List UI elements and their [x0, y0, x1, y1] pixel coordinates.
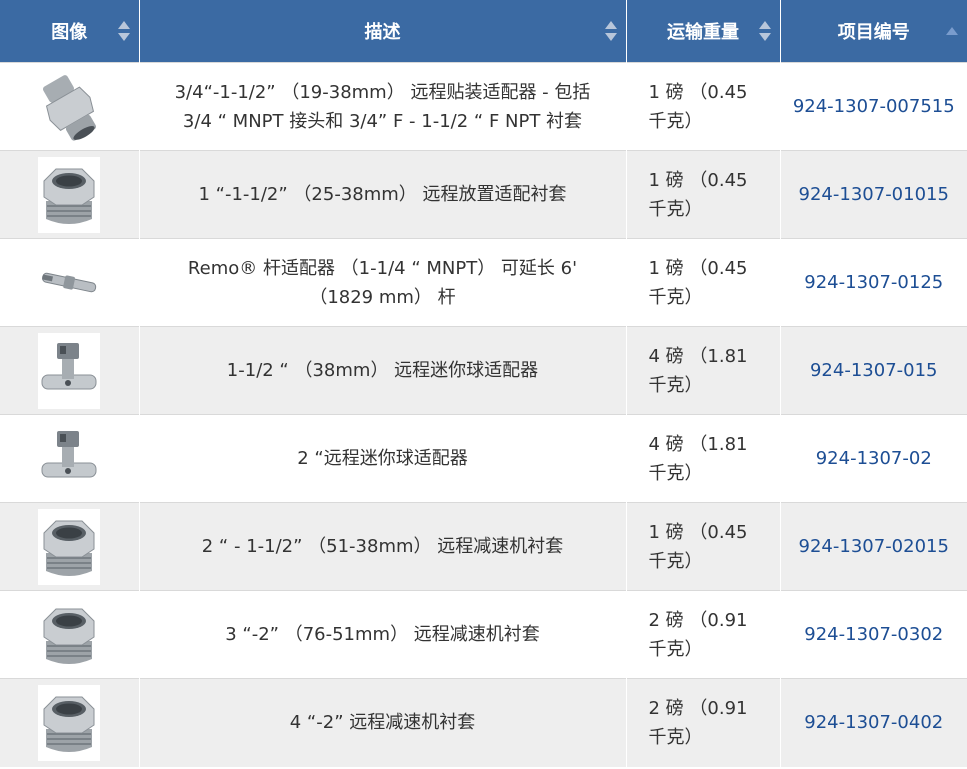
table-row: 4 “-2” 远程减速机衬套 2 磅 （0.91 千克） 924-1307-04…: [0, 678, 967, 767]
mini-ball-adapter-icon: [41, 430, 97, 477]
item-number-link[interactable]: 924-1307-01015: [799, 184, 949, 205]
shipping-weight: 1 磅 （0.45 千克）: [626, 238, 781, 327]
product-image-cell: [0, 678, 140, 767]
item-number-link[interactable]: 924-1307-0125: [804, 272, 943, 293]
product-thumbnail[interactable]: [38, 684, 101, 761]
product-thumbnail[interactable]: [38, 68, 101, 145]
rod-adapter-icon: [42, 272, 97, 292]
column-header-label: 项目编号: [837, 22, 910, 43]
product-description: Remo® 杆适配器 （1-1/4 “ MNPT） 可延长 6' （1829 m…: [139, 238, 627, 327]
table-row: 3/4“-1-1/2” （19-38mm） 远程贴装适配器 - 包括 3/4 “…: [0, 62, 967, 151]
product-description: 2 “远程迷你球适配器: [139, 414, 627, 503]
table-row: 2 “ - 1-1/2” （51-38mm） 远程减速机衬套 1 磅 （0.45…: [0, 502, 967, 591]
column-header-label: 描述: [364, 22, 401, 43]
product-thumbnail[interactable]: [38, 596, 101, 673]
item-number-cell: 924-1307-02015: [780, 502, 967, 591]
column-header-label: 图像: [51, 22, 88, 43]
item-number-cell: 924-1307-01015: [780, 150, 967, 239]
table-row: 3 “-2” （76-51mm） 远程减速机衬套 2 磅 （0.91 千克） 9…: [0, 590, 967, 679]
shipping-weight: 1 磅 （0.45 千克）: [626, 150, 781, 239]
table-row: Remo® 杆适配器 （1-1/4 “ MNPT） 可延长 6' （1829 m…: [0, 238, 967, 327]
item-number-cell: 924-1307-02: [780, 414, 967, 503]
hex-bushing-icon: [43, 168, 95, 224]
product-description: 4 “-2” 远程减速机衬套: [139, 678, 627, 767]
product-thumbnail[interactable]: [38, 156, 101, 233]
item-number-cell: 924-1307-0402: [780, 678, 967, 767]
column-header-label: 运输重量: [667, 22, 739, 43]
shipping-weight: 2 磅 （0.91 千克）: [626, 678, 781, 767]
shipping-weight: 4 磅 （1.81 千克）: [626, 414, 781, 503]
product-image-cell: [0, 62, 140, 151]
product-thumbnail[interactable]: [38, 244, 101, 321]
product-image-cell: [0, 238, 140, 327]
item-number-link[interactable]: 924-1307-02: [816, 448, 932, 469]
sort-icon[interactable]: [117, 18, 131, 44]
product-description: 1 “-1-1/2” （25-38mm） 远程放置适配衬套: [139, 150, 627, 239]
hex-bushing-icon: [43, 696, 95, 752]
product-image-cell: [0, 150, 140, 239]
product-description: 3/4“-1-1/2” （19-38mm） 远程贴装适配器 - 包括 3/4 “…: [139, 62, 627, 151]
item-number-link[interactable]: 924-1307-0302: [804, 624, 943, 645]
column-header-weight[interactable]: 运输重量: [626, 0, 781, 63]
item-number-link[interactable]: 924-1307-0402: [804, 712, 943, 733]
sort-icon[interactable]: [604, 18, 618, 44]
product-image-cell: [0, 502, 140, 591]
product-description: 3 “-2” （76-51mm） 远程减速机衬套: [139, 590, 627, 679]
item-number-cell: 924-1307-015: [780, 326, 967, 415]
product-image-cell: [0, 326, 140, 415]
sort-icon[interactable]: [758, 18, 772, 44]
item-number-link[interactable]: 924-1307-02015: [799, 536, 949, 557]
product-thumbnail[interactable]: [38, 420, 101, 497]
hex-nipple-icon: [43, 74, 97, 141]
mini-ball-adapter-icon: [41, 342, 97, 389]
table-header-row: 图像 描述 运输重量 项目编号: [0, 0, 967, 63]
item-number-link[interactable]: 924-1307-015: [810, 360, 938, 381]
item-number-cell: 924-1307-0302: [780, 590, 967, 679]
item-number-cell: 924-1307-0125: [780, 238, 967, 327]
table-row: 2 “远程迷你球适配器 4 磅 （1.81 千克） 924-1307-02: [0, 414, 967, 503]
product-description: 2 “ - 1-1/2” （51-38mm） 远程减速机衬套: [139, 502, 627, 591]
product-image-cell: [0, 590, 140, 679]
hex-bushing-icon: [43, 608, 95, 664]
shipping-weight: 1 磅 （0.45 千克）: [626, 502, 781, 591]
table-row: 1-1/2 “ （38mm） 远程迷你球适配器 4 磅 （1.81 千克） 92…: [0, 326, 967, 415]
product-image-cell: [0, 414, 140, 503]
shipping-weight: 2 磅 （0.91 千克）: [626, 590, 781, 679]
shipping-weight: 1 磅 （0.45 千克）: [626, 62, 781, 151]
products-table: 图像 描述 运输重量 项目编号 3/4“-1-1/2” （19-38mm） 远程…: [0, 0, 967, 767]
product-description: 1-1/2 “ （38mm） 远程迷你球适配器: [139, 326, 627, 415]
product-thumbnail[interactable]: [38, 508, 101, 585]
item-number-link[interactable]: 924-1307-007515: [793, 96, 955, 117]
product-thumbnail[interactable]: [38, 332, 101, 409]
hex-bushing-icon: [43, 520, 95, 576]
item-number-cell: 924-1307-007515: [780, 62, 967, 151]
column-header-image[interactable]: 图像: [0, 0, 140, 63]
sort-ascending-icon[interactable]: [945, 18, 959, 44]
column-header-item-number[interactable]: 项目编号: [780, 0, 967, 63]
table-row: 1 “-1-1/2” （25-38mm） 远程放置适配衬套 1 磅 （0.45 …: [0, 150, 967, 239]
column-header-description[interactable]: 描述: [139, 0, 627, 63]
shipping-weight: 4 磅 （1.81 千克）: [626, 326, 781, 415]
